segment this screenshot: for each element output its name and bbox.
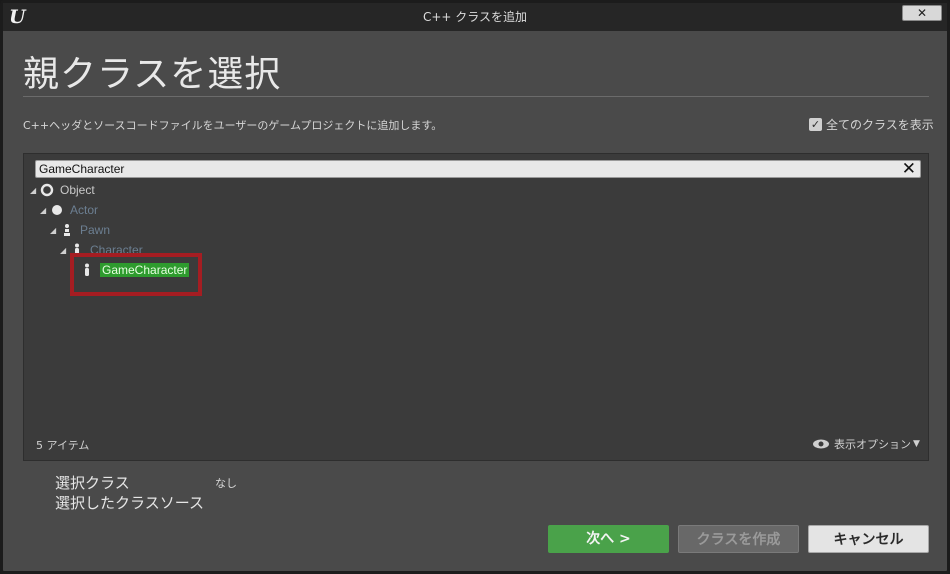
add-cpp-class-dialog: U C++ クラスを追加 ✕ 親クラスを選択 C++ヘッダとソースコードファイル… (0, 0, 950, 574)
annotation-highlight-box (70, 253, 202, 296)
show-all-classes-label: 全てのクラスを表示 (826, 117, 934, 132)
tree-item-label: Object (60, 183, 95, 197)
description-text: C++ヘッダとソースコードファイルをユーザーのゲームプロジェクトに追加します。 (23, 119, 443, 132)
show-all-classes-toggle[interactable]: ✓ 全てのクラスを表示 (809, 116, 934, 132)
expand-arrow-icon[interactable]: ◢ (60, 246, 68, 255)
tree-item-label: Actor (70, 203, 99, 217)
checkbox-checked-icon[interactable]: ✓ (809, 117, 822, 131)
eye-icon (813, 439, 829, 449)
tree-item-label: Pawn (80, 223, 111, 237)
selected-class-label: 選択クラス (55, 474, 130, 492)
class-picker-panel: ✕ ◢ Object ◢ Actor ◢ (23, 153, 929, 461)
next-button[interactable]: 次へ > (548, 525, 669, 553)
divider (23, 96, 929, 97)
cancel-button[interactable]: キャンセル (808, 525, 929, 553)
title-bar: U C++ クラスを追加 ✕ (3, 3, 947, 31)
tree-item-object[interactable]: ◢ Object (30, 181, 95, 199)
window-title: C++ クラスを追加 (422, 10, 528, 24)
close-button[interactable]: ✕ (902, 5, 942, 21)
create-class-button[interactable]: クラスを作成 (678, 525, 799, 553)
close-icon[interactable]: ✕ (902, 159, 916, 179)
actor-icon (50, 203, 64, 217)
chevron-down-icon: ▼ (913, 439, 920, 449)
search-input[interactable] (39, 161, 889, 177)
object-icon (40, 183, 54, 197)
item-count: 5 アイテム (36, 439, 90, 452)
selected-class-value: なし (215, 477, 237, 490)
tree-item-actor[interactable]: ◢ Actor (40, 201, 98, 219)
expand-arrow-icon[interactable]: ◢ (30, 186, 38, 195)
expand-arrow-icon[interactable]: ◢ (40, 206, 48, 215)
selected-class-source-label: 選択したクラスソース (55, 494, 204, 512)
pawn-icon (60, 223, 74, 237)
tree-item-pawn[interactable]: ◢ Pawn (50, 221, 110, 239)
page-title: 親クラスを選択 (23, 54, 282, 95)
search-box[interactable]: ✕ (35, 159, 921, 179)
view-options-button[interactable]: 表示オプション ▼ (812, 436, 920, 452)
expand-arrow-icon[interactable]: ◢ (50, 226, 58, 235)
view-options-label: 表示オプション (834, 438, 911, 451)
